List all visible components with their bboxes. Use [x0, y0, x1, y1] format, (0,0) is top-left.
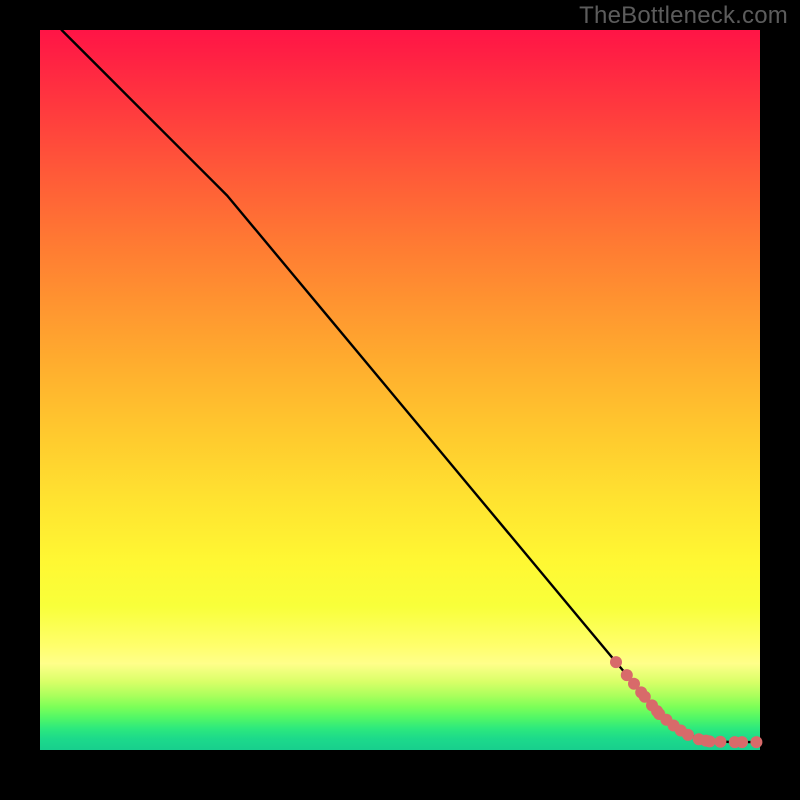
chart-container: TheBottleneck.com: [0, 0, 800, 800]
data-point: [750, 736, 762, 748]
data-point: [736, 736, 748, 748]
data-point: [714, 736, 726, 748]
data-point: [682, 729, 694, 741]
scatter-markers: [610, 656, 762, 748]
line-series: [62, 30, 757, 742]
data-point: [610, 656, 622, 668]
watermark-label: TheBottleneck.com: [579, 2, 788, 30]
plot-area: [40, 30, 760, 750]
chart-overlay: [40, 30, 760, 750]
data-point: [704, 735, 716, 747]
